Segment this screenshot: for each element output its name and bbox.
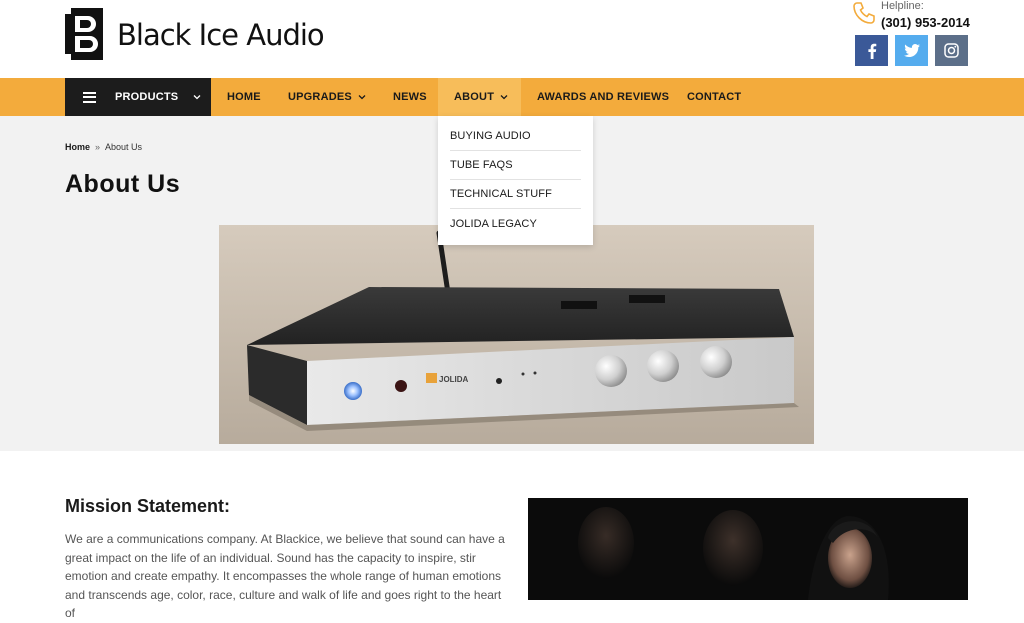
twitter-icon	[903, 44, 920, 57]
site-header: Black Ice Audio Helpline: (301) 953-2014	[0, 0, 1024, 78]
nav-contact[interactable]: CONTACT	[687, 78, 741, 116]
nav-about-label: ABOUT	[454, 91, 495, 103]
nav-awards[interactable]: AWARDS AND REVIEWS	[537, 78, 669, 116]
instagram-icon	[944, 43, 959, 58]
facebook-button[interactable]	[855, 35, 888, 66]
chevron-down-icon	[193, 95, 201, 100]
artist-photo	[528, 498, 968, 600]
twitter-button[interactable]	[895, 35, 928, 66]
nav-products[interactable]: PRODUCTS	[65, 78, 211, 116]
menu-item-tube-faqs[interactable]: TUBE FAQS	[450, 151, 581, 180]
nav-upgrades-label: UPGRADES	[288, 91, 352, 103]
helpline-label: Helpline:	[881, 0, 924, 12]
helpline-number[interactable]: (301) 953-2014	[881, 15, 970, 30]
menu-icon	[83, 91, 96, 103]
breadcrumb-current: About Us	[105, 142, 143, 152]
hero-image: JOLIDA	[219, 225, 814, 444]
nav-home[interactable]: HOME	[227, 78, 261, 116]
nav-products-label: PRODUCTS	[115, 91, 179, 103]
main-nav: PRODUCTS HOME UPGRADES NEWS ABOUT AWARDS…	[0, 78, 1024, 116]
nav-upgrades[interactable]: UPGRADES	[288, 78, 366, 116]
phone-icon	[852, 1, 876, 25]
breadcrumb-separator-icon: »	[95, 142, 101, 152]
helpline: Helpline: (301) 953-2014	[852, 0, 970, 30]
nav-about[interactable]: ABOUT	[438, 78, 521, 116]
nav-news[interactable]: NEWS	[393, 78, 427, 116]
menu-item-jolida-legacy[interactable]: JOLIDA LEGACY	[450, 209, 581, 238]
brand-logo[interactable]: Black Ice Audio	[65, 8, 325, 60]
mission-title: Mission Statement:	[65, 496, 231, 516]
instagram-button[interactable]	[935, 35, 968, 66]
menu-item-technical-stuff[interactable]: TECHNICAL STUFF	[450, 180, 581, 209]
page-title: About Us	[65, 170, 181, 198]
breadcrumb: Home » About Us	[65, 142, 142, 152]
breadcrumb-home[interactable]: Home	[65, 142, 90, 152]
facebook-icon	[867, 43, 876, 59]
chevron-down-icon	[500, 95, 508, 100]
svg-text:JOLIDA: JOLIDA	[439, 375, 469, 384]
chevron-down-icon	[358, 95, 366, 100]
brand-name: Black Ice Audio	[117, 18, 325, 52]
menu-item-buying-audio[interactable]: BUYING AUDIO	[450, 122, 581, 151]
mission-text: We are a communications company. At Blac…	[65, 532, 505, 620]
logo-mark-icon	[65, 8, 103, 60]
about-dropdown: BUYING AUDIO TUBE FAQS TECHNICAL STUFF J…	[438, 116, 593, 245]
